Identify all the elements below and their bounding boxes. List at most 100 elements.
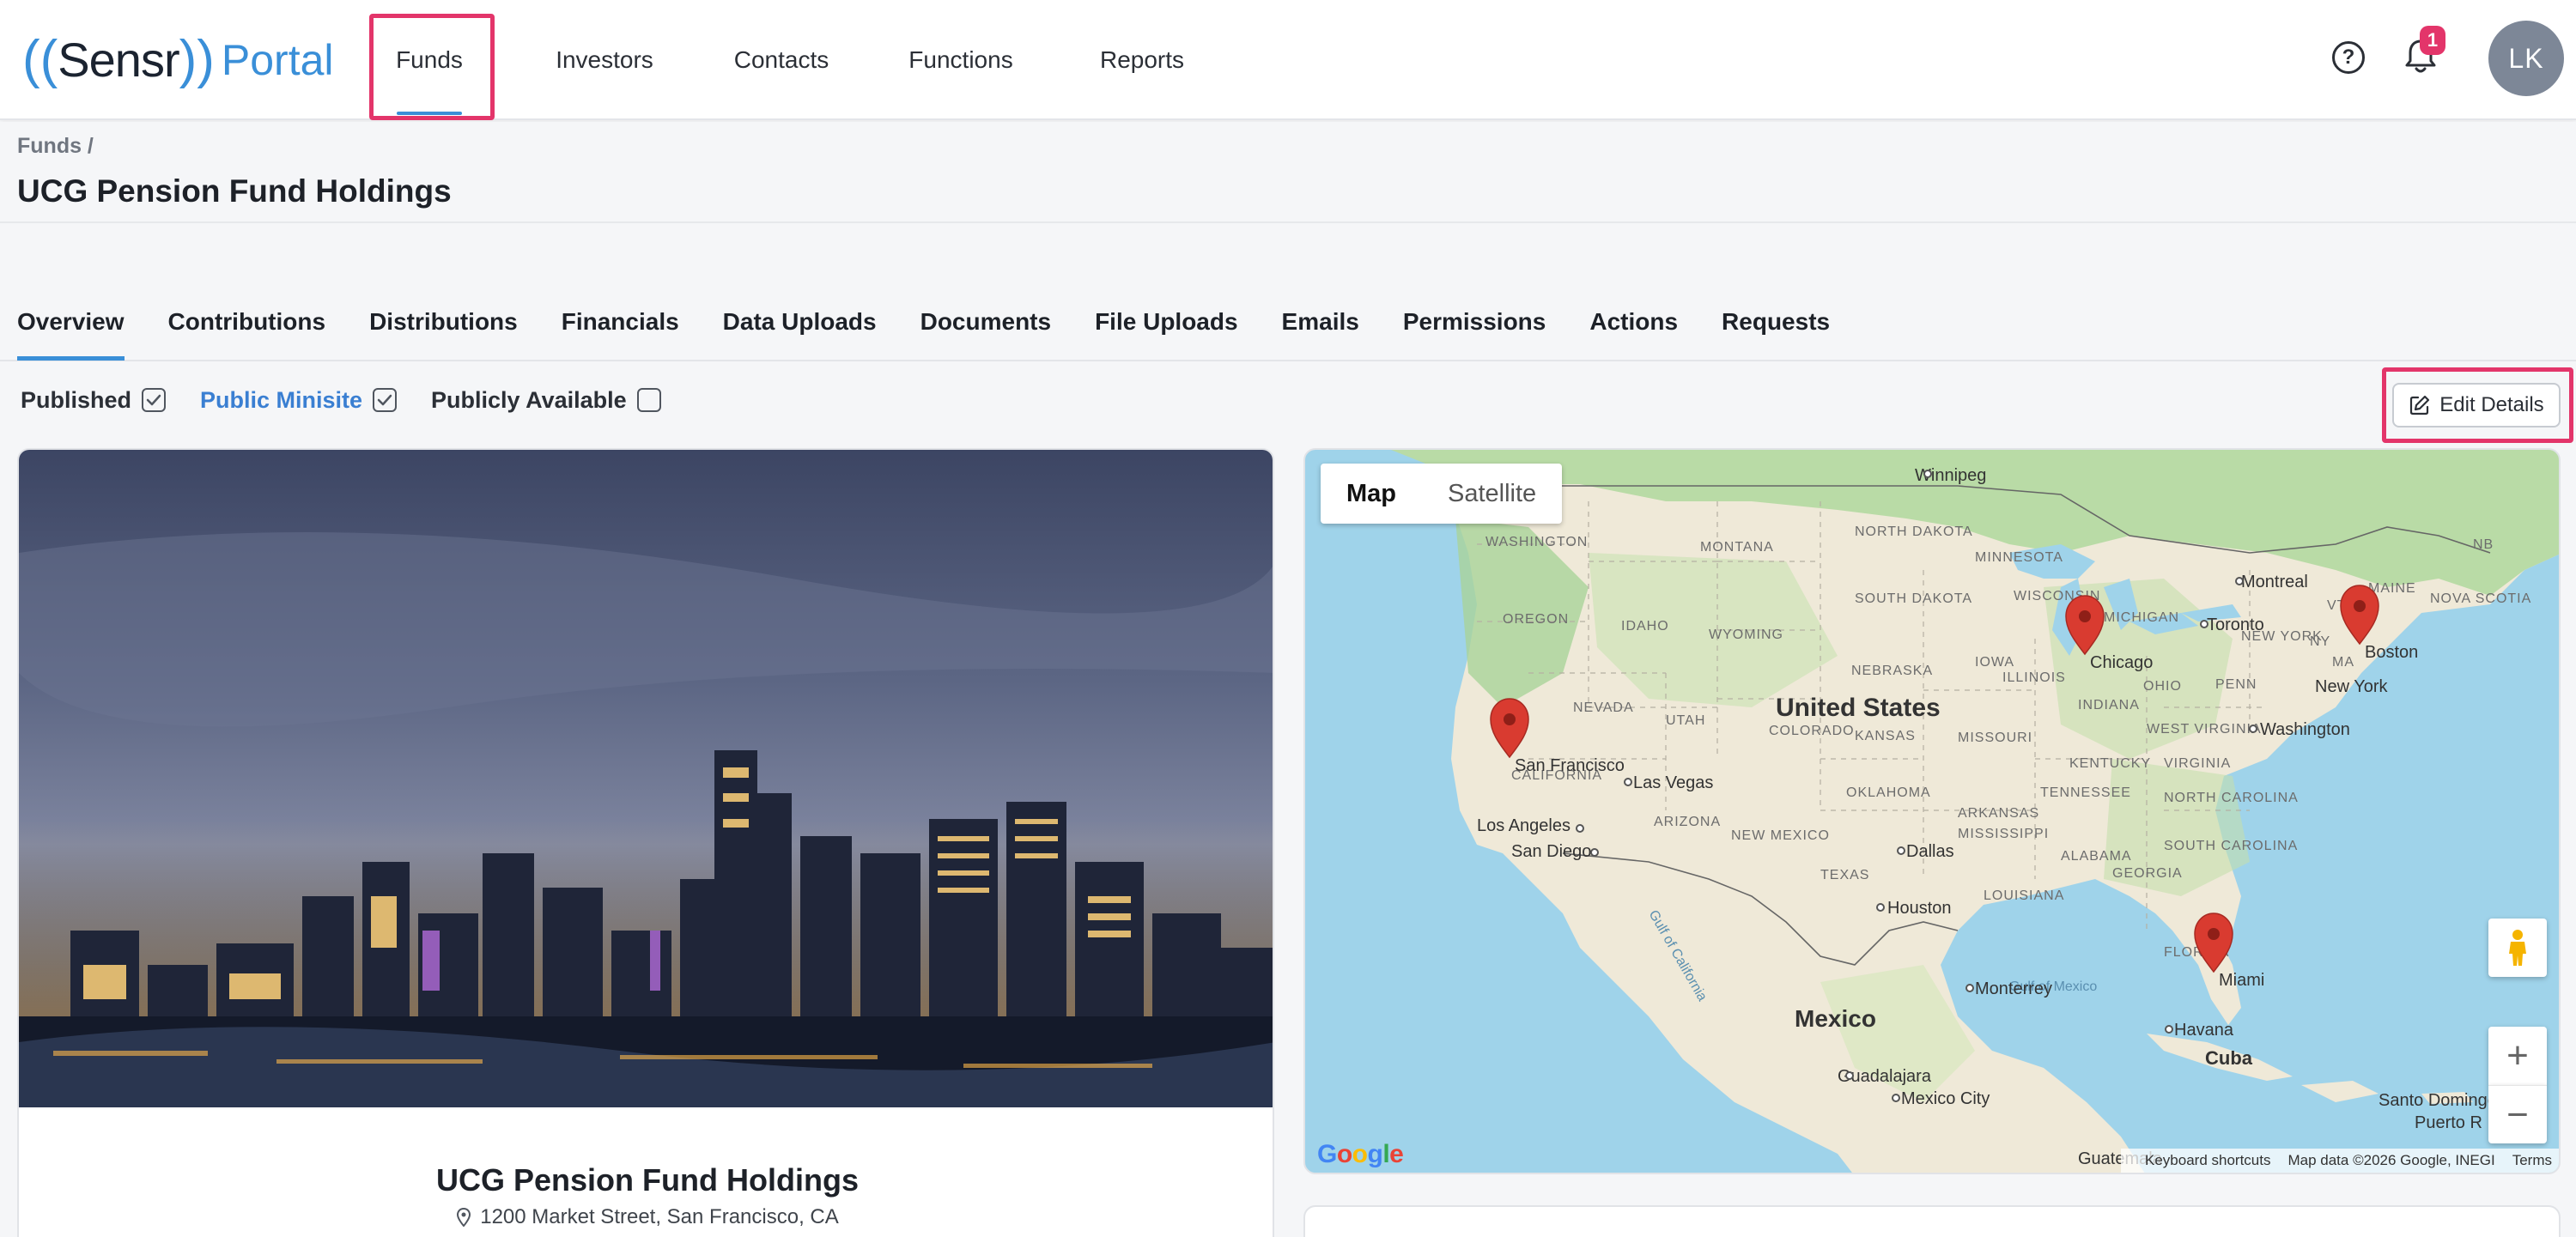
fund-tabs: Overview Contributions Distributions Fin…: [17, 283, 1874, 361]
map-country-label: Cuba: [2205, 1047, 2253, 1069]
map-state-label: IDAHO: [1621, 619, 1669, 634]
edit-details-button[interactable]: Edit Details: [2392, 383, 2561, 427]
nav-item-investors[interactable]: Investors: [526, 0, 683, 120]
logo-parens-close: )): [179, 30, 215, 89]
map-state-label: NORTH CAROLINA: [2164, 791, 2299, 805]
map-city-label: New York: [2315, 677, 2388, 696]
logo-name: Sensr: [58, 33, 179, 87]
street-view-pegman-icon[interactable]: [2488, 919, 2547, 977]
map-state-label: OREGON: [1503, 612, 1569, 627]
map-type-map-button[interactable]: Map: [1321, 464, 1422, 524]
tab-file-uploads[interactable]: File Uploads: [1095, 283, 1237, 361]
map-state-label: MA: [2332, 655, 2354, 670]
fund-card: UCG Pension Fund Holdings 1200 Market St…: [17, 448, 1274, 1237]
map-state-label: TEXAS: [1820, 868, 1869, 882]
map-country-label: Mexico: [1795, 1005, 1876, 1032]
marker-label: San Francisco: [1515, 756, 1625, 775]
map-city-label: Las Vegas: [1633, 773, 1713, 792]
zoom-out-button[interactable]: −: [2488, 1085, 2547, 1143]
tab-requests[interactable]: Requests: [1722, 283, 1830, 361]
map-city-label: Mexico City: [1901, 1089, 1990, 1108]
tab-contributions[interactable]: Contributions: [168, 283, 326, 361]
marker-label: Miami: [2219, 971, 2264, 990]
map-state-label: KENTUCKY: [2069, 756, 2151, 771]
map-state-label: MISSISSIPPI: [1958, 827, 2049, 841]
map-state-label: TENNESSEE: [2040, 785, 2131, 800]
tab-financials[interactable]: Financials: [562, 283, 679, 361]
nav-item-functions[interactable]: Functions: [879, 0, 1042, 120]
map-state-label: OHIO: [2143, 679, 2182, 694]
map-city-label: Washington: [2260, 720, 2350, 739]
map-state-label: KANSAS: [1855, 729, 1916, 743]
map-state-label: NEW MEXICO: [1731, 828, 1830, 843]
nav-item-funds[interactable]: Funds: [369, 0, 489, 120]
nav-item-label: Funds: [396, 46, 463, 73]
map-city-label: Toronto: [2207, 615, 2264, 634]
nav-item-reports[interactable]: Reports: [1068, 0, 1216, 120]
map-state-label: IOWA: [1975, 655, 2014, 670]
nav-item-label: Reports: [1099, 46, 1185, 73]
map-state-label: ARKANSAS: [1958, 806, 2039, 821]
location-pin-icon: [457, 1208, 471, 1227]
fund-flags: Published Public Minisite Publicly Avail…: [21, 383, 696, 417]
flag-publicly-available: Publicly Available: [431, 387, 661, 414]
tab-overview[interactable]: Overview: [17, 283, 125, 361]
breadcrumb[interactable]: Funds /: [17, 134, 94, 159]
marker-label: Boston: [2365, 643, 2418, 662]
zoom-in-button[interactable]: +: [2488, 1027, 2547, 1085]
map-state-label: COLORADO: [1769, 724, 1855, 738]
public-minisite-checkbox[interactable]: [373, 388, 398, 412]
public-minisite-link[interactable]: Public Minisite: [200, 387, 362, 414]
logo-parens: ((: [22, 30, 58, 89]
nav-item-contacts[interactable]: Contacts: [709, 0, 854, 120]
map-state-label: WASHINGTON: [1485, 535, 1588, 549]
map-state-label: GEORGIA: [2112, 866, 2183, 881]
map-city-label: Dallas: [1906, 842, 1954, 861]
terms-link[interactable]: Terms: [2512, 1152, 2552, 1169]
tab-distributions[interactable]: Distributions: [369, 283, 518, 361]
nav-item-label: Contacts: [733, 46, 829, 73]
map-state-label: NEVADA: [1573, 700, 1634, 715]
flag-label: Published: [21, 386, 132, 413]
google-logo: Google: [1317, 1140, 1404, 1168]
publicly-available-checkbox[interactable]: [636, 388, 661, 412]
edit-icon: [2410, 395, 2430, 415]
map-canvas[interactable]: WASHINGTON MONTANA NORTH DAKOTA MINNESOT…: [1305, 450, 2561, 1174]
flag-published: Published: [21, 386, 167, 414]
map-state-label: INDIANA: [2078, 698, 2140, 712]
map-city-label: San Diego: [1511, 842, 1591, 861]
user-avatar[interactable]: LK: [2488, 21, 2564, 96]
marker-label: Chicago: [2090, 653, 2153, 672]
map-state-label: ALABAMA: [2061, 849, 2132, 864]
tab-actions[interactable]: Actions: [1589, 283, 1678, 361]
published-checkbox[interactable]: [142, 388, 167, 412]
map-city-label: Los Angeles: [1477, 816, 1571, 835]
map-city-label: Houston: [1887, 899, 1952, 918]
map-type-toggle: Map Satellite: [1321, 464, 1563, 524]
notification-badge: 1: [2420, 26, 2445, 55]
tab-data-uploads[interactable]: Data Uploads: [723, 283, 877, 361]
help-icon[interactable]: ?: [2332, 41, 2365, 74]
main-nav: Funds Investors Contacts Functions Repor…: [369, 0, 1216, 120]
map-state-label: NOVA SCOTIA: [2430, 591, 2531, 606]
map-state-label: MISSOURI: [1958, 731, 2032, 745]
map-state-label: MICHIGAN: [2104, 610, 2179, 625]
pegman-icon: [2509, 930, 2526, 966]
map-state-label: MONTANA: [1700, 540, 1774, 555]
map-state-label: SOUTH DAKOTA: [1855, 591, 1972, 606]
map-state-label: WYOMING: [1709, 628, 1783, 642]
map-state-label: WEST VIRGINIA: [2147, 722, 2262, 737]
map-type-satellite-button[interactable]: Satellite: [1422, 464, 1562, 524]
tab-documents[interactable]: Documents: [920, 283, 1051, 361]
sensr-portal-logo[interactable]: (( Sensr )) Portal: [22, 26, 334, 94]
nav-item-label: Functions: [908, 46, 1013, 73]
map-state-label: MINNESOTA: [1975, 550, 2063, 565]
map-city-label: Monterrey: [1975, 979, 2052, 998]
keyboard-shortcuts-link[interactable]: Keyboard shortcuts: [2145, 1152, 2270, 1169]
tab-permissions[interactable]: Permissions: [1403, 283, 1546, 361]
map-state-label: VIRGINIA: [2164, 756, 2231, 771]
fund-locations-map[interactable]: WASHINGTON MONTANA NORTH DAKOTA MINNESOT…: [1303, 448, 2561, 1174]
tab-emails[interactable]: Emails: [1282, 283, 1359, 361]
page-header: Funds / UCG Pension Fund Holdings: [0, 122, 2576, 223]
map-state-label: ILLINOIS: [2002, 670, 2066, 685]
